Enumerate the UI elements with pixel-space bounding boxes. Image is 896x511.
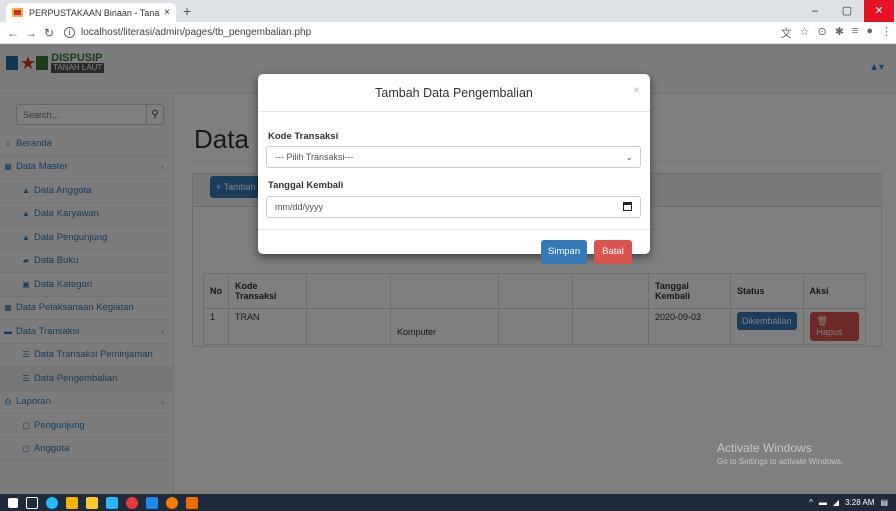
reading-list-icon[interactable]: ≡ — [852, 25, 858, 41]
maximize-icon[interactable]: ▢ — [832, 0, 862, 22]
url-field[interactable]: i localhost/literasi/admin/pages/tb_peng… — [64, 27, 311, 38]
tray-chevron-icon[interactable]: ^ — [809, 498, 813, 507]
chrome-icon[interactable] — [126, 496, 138, 509]
kode-transaksi-label: Kode Transaksi — [268, 131, 339, 142]
minimize-icon[interactable]: – — [800, 0, 830, 22]
windows-start-icon[interactable] — [8, 497, 18, 508]
site-favicon-icon — [12, 8, 23, 17]
save-button[interactable]: Simpan — [541, 240, 587, 264]
translate-icon[interactable]: 文 — [781, 25, 792, 41]
calendar-icon[interactable] — [623, 202, 632, 211]
word-icon[interactable] — [146, 496, 158, 509]
modal-footer-divider — [258, 229, 650, 230]
kode-transaksi-select[interactable]: --- Pilih Transaksi--- ⌄ — [266, 146, 641, 168]
modal-title: Tambah Data Pengembalian — [375, 86, 533, 100]
reload-icon[interactable]: ↻ — [40, 26, 58, 40]
extension-icon[interactable]: ⊙ — [817, 25, 826, 41]
puzzle-icon[interactable]: ✱ — [835, 25, 844, 41]
back-icon[interactable]: ← — [4, 26, 22, 40]
new-tab-button[interactable]: + — [183, 3, 191, 19]
browser-tab-bar: PERPUSTAKAAN Binaan - Tanah × + – ▢ ✕ — [0, 0, 896, 22]
notifications-icon[interactable]: ▤ — [880, 498, 888, 507]
close-window-icon[interactable]: ✕ — [864, 0, 894, 22]
volume-icon[interactable]: ◢ — [833, 498, 839, 507]
watermark-subtitle: Go to Settings to activate Windows. — [717, 457, 844, 466]
activate-windows-watermark: Activate Windows Go to Settings to activ… — [717, 441, 843, 469]
forward-icon[interactable]: → — [22, 26, 40, 40]
more-menu-icon[interactable]: ⋮ — [881, 25, 892, 41]
windows-taskbar: ^ ▬ ◢ 3:28 AM ▤ — [0, 494, 896, 511]
select-value: --- Pilih Transaksi--- — [275, 152, 354, 162]
edge-icon[interactable] — [46, 496, 58, 509]
tab-close-icon[interactable]: × — [164, 7, 170, 18]
tanggal-kembali-label: Tanggal Kembali — [268, 180, 344, 191]
info-icon[interactable]: i — [64, 27, 75, 38]
app-icon[interactable] — [186, 496, 198, 509]
network-icon[interactable]: ▬ — [819, 498, 827, 507]
url-text[interactable]: localhost/literasi/admin/pages/tb_pengem… — [81, 27, 311, 38]
bookmark-star-icon[interactable]: ☆ — [800, 25, 810, 41]
extension-icons: 文 ☆ ⊙ ✱ ≡ ● ⋮ — [781, 25, 892, 41]
task-view-icon[interactable] — [26, 496, 38, 509]
file-explorer-icon[interactable] — [66, 496, 78, 509]
modal-header: Tambah Data Pengembalian × — [258, 74, 650, 112]
app-icon[interactable] — [166, 496, 178, 509]
cancel-button[interactable]: Batal — [594, 240, 632, 264]
store-icon[interactable] — [86, 496, 98, 509]
add-return-modal: Tambah Data Pengembalian × Kode Transaks… — [258, 74, 650, 264]
address-bar-row: ← → ↻ i localhost/literasi/admin/pages/t… — [0, 22, 896, 44]
web-page: ★ DISPUSIP TANAH LAUT ▲▾ ⚲ ⌂Beranda ▦Dat… — [0, 44, 896, 494]
chevron-down-icon: ⌄ — [625, 152, 633, 162]
watermark-title: Activate Windows — [717, 441, 812, 455]
profile-icon[interactable]: ● — [866, 25, 873, 41]
browser-tab[interactable]: PERPUSTAKAAN Binaan - Tanah × — [6, 3, 176, 22]
clock[interactable]: 3:28 AM — [845, 498, 874, 507]
close-icon[interactable]: × — [633, 83, 640, 97]
tab-title: PERPUSTAKAAN Binaan - Tanah — [29, 7, 161, 18]
system-tray: ^ ▬ ◢ 3:28 AM ▤ — [809, 494, 888, 511]
date-placeholder: mm/dd/yyyy — [275, 202, 324, 212]
mail-icon[interactable] — [106, 496, 118, 509]
tanggal-kembali-input[interactable]: mm/dd/yyyy — [266, 196, 641, 218]
